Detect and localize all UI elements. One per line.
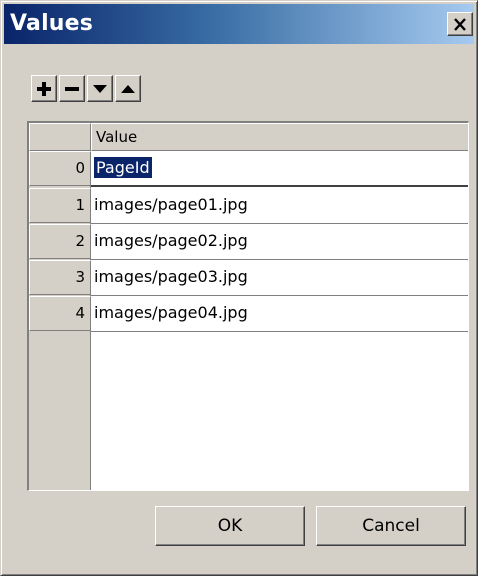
row-header[interactable]: 4 xyxy=(29,296,91,331)
remove-row-button[interactable] xyxy=(59,75,85,102)
table-cell[interactable]: PageId xyxy=(91,151,468,187)
arrow-up-icon xyxy=(121,84,135,93)
move-up-button[interactable] xyxy=(115,75,141,102)
move-down-button[interactable] xyxy=(87,75,113,102)
table-cell[interactable]: images/page04.jpg xyxy=(91,296,468,332)
row-header[interactable]: 0 xyxy=(29,151,91,186)
column-header-value[interactable]: Value xyxy=(91,123,468,151)
table-cell[interactable]: images/page02.jpg xyxy=(91,224,468,260)
table-cell[interactable]: images/page03.jpg xyxy=(91,260,468,296)
ok-button[interactable]: OK xyxy=(155,506,305,546)
cancel-button[interactable]: Cancel xyxy=(316,506,466,546)
close-button[interactable] xyxy=(447,12,473,36)
dialog-title: Values xyxy=(10,11,94,36)
minus-icon xyxy=(65,86,79,91)
table-cell[interactable]: images/page01.jpg xyxy=(91,188,468,224)
selected-cell-text: PageId xyxy=(94,157,152,178)
add-row-button[interactable] xyxy=(31,75,57,102)
plus-icon xyxy=(37,81,51,96)
row-header[interactable]: 3 xyxy=(29,260,91,295)
row-header[interactable]: 2 xyxy=(29,224,91,259)
row-header[interactable]: 1 xyxy=(29,188,91,223)
close-icon xyxy=(454,17,466,31)
values-dialog: Values Value 0 PageId 1 images/page01.jp… xyxy=(0,0,478,576)
title-bar: Values xyxy=(4,4,474,44)
values-grid[interactable]: Value 0 PageId 1 images/page01.jpg 2 ima… xyxy=(27,121,469,491)
arrow-down-icon xyxy=(93,84,107,93)
grid-corner-cell[interactable] xyxy=(29,123,91,151)
